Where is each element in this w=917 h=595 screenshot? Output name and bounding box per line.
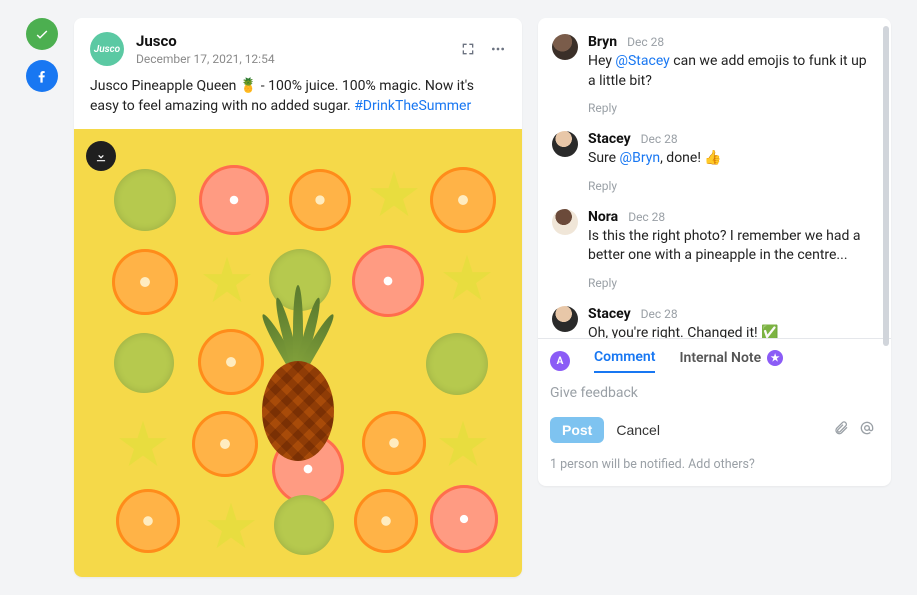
mention-button[interactable] <box>859 420 875 440</box>
notify-hint[interactable]: 1 person will be notified. Add others? <box>550 457 875 472</box>
mention[interactable]: @Bryn <box>620 150 661 166</box>
post-card: Jusco Jusco December 17, 2021, 12:54 Jus… <box>74 18 522 577</box>
reply-button[interactable]: Reply <box>588 179 617 193</box>
facebook-icon <box>34 68 50 84</box>
post-image[interactable] <box>74 129 522 577</box>
paperclip-icon <box>833 420 849 436</box>
pineapple-emoji: 🍍 <box>240 78 257 94</box>
facebook-channel-badge[interactable] <box>26 60 58 92</box>
comment-avatar[interactable] <box>552 306 578 332</box>
hashtag[interactable]: #DrinkTheSummer <box>354 98 471 114</box>
post-comment-button[interactable]: Post <box>550 417 604 443</box>
comment-author: Nora <box>588 209 618 225</box>
comment: Nora Dec 28 Is this the right photo? I rem… <box>552 203 873 300</box>
more-icon <box>490 41 506 57</box>
status-approved-badge[interactable] <box>26 18 58 50</box>
mention[interactable]: @Stacey <box>615 53 669 69</box>
comment-avatar[interactable] <box>552 34 578 60</box>
author-name: Jusco <box>136 32 448 50</box>
post-body: Jusco Pineapple Queen 🍍 - 100% juice. 10… <box>74 76 522 129</box>
star-badge-icon: ★ <box>767 350 783 366</box>
comment: Stacey Dec 28 Sure @Bryn, done! 👍 Reply <box>552 125 873 203</box>
post-date: December 17, 2021, 12:54 <box>136 52 448 66</box>
download-icon <box>94 149 108 163</box>
tab-internal-note[interactable]: Internal Note ★ <box>679 350 783 372</box>
check-icon <box>34 26 50 42</box>
more-button[interactable] <box>490 41 506 57</box>
comments-panel: Bryn Dec 28 Hey @Stacey can we add emojis … <box>538 18 891 486</box>
download-image-button[interactable] <box>86 141 116 171</box>
expand-icon <box>460 41 476 57</box>
comments-list: Bryn Dec 28 Hey @Stacey can we add emojis … <box>538 18 891 338</box>
current-user-avatar[interactable]: A <box>550 351 570 371</box>
post-text: Jusco Pineapple Queen <box>90 78 240 94</box>
tab-internal-note-label: Internal Note <box>679 350 761 366</box>
comment-text: Is this the right photo? I remember we h… <box>588 227 873 266</box>
comment-author: Stacey <box>588 306 631 322</box>
comment-form: A Comment Internal Note ★ Give feedback … <box>538 338 891 486</box>
comment-avatar[interactable] <box>552 131 578 157</box>
comment-avatar[interactable] <box>552 209 578 235</box>
comment-text: Sure @Bryn, done! 👍 <box>588 149 873 169</box>
author-avatar[interactable]: Jusco <box>90 32 124 66</box>
comment-author: Bryn <box>588 34 617 50</box>
at-icon <box>859 420 875 436</box>
comment-text: Oh, you're right. Changed it! ✅ <box>588 324 873 338</box>
post-header: Jusco Jusco December 17, 2021, 12:54 <box>74 18 522 76</box>
comment: Bryn Dec 28 Hey @Stacey can we add emojis … <box>552 28 873 125</box>
reply-button[interactable]: Reply <box>588 276 617 290</box>
feedback-input[interactable]: Give feedback <box>550 385 875 401</box>
comment-date: Dec 28 <box>627 35 664 49</box>
cancel-button[interactable]: Cancel <box>616 422 660 438</box>
comment: Stacey Dec 28 Oh, you're right. Changed it… <box>552 300 873 338</box>
attach-button[interactable] <box>833 420 849 440</box>
comment-author: Stacey <box>588 131 631 147</box>
comment-date: Dec 28 <box>641 307 678 321</box>
comment-text: Hey @Stacey can we add emojis to funk it… <box>588 52 873 91</box>
comment-date: Dec 28 <box>628 210 665 224</box>
comment-date: Dec 28 <box>641 132 678 146</box>
expand-button[interactable] <box>460 41 476 57</box>
reply-button[interactable]: Reply <box>588 101 617 115</box>
pineapple-image <box>258 281 338 461</box>
scrollbar[interactable] <box>883 26 889 346</box>
tab-comment[interactable]: Comment <box>594 349 655 373</box>
